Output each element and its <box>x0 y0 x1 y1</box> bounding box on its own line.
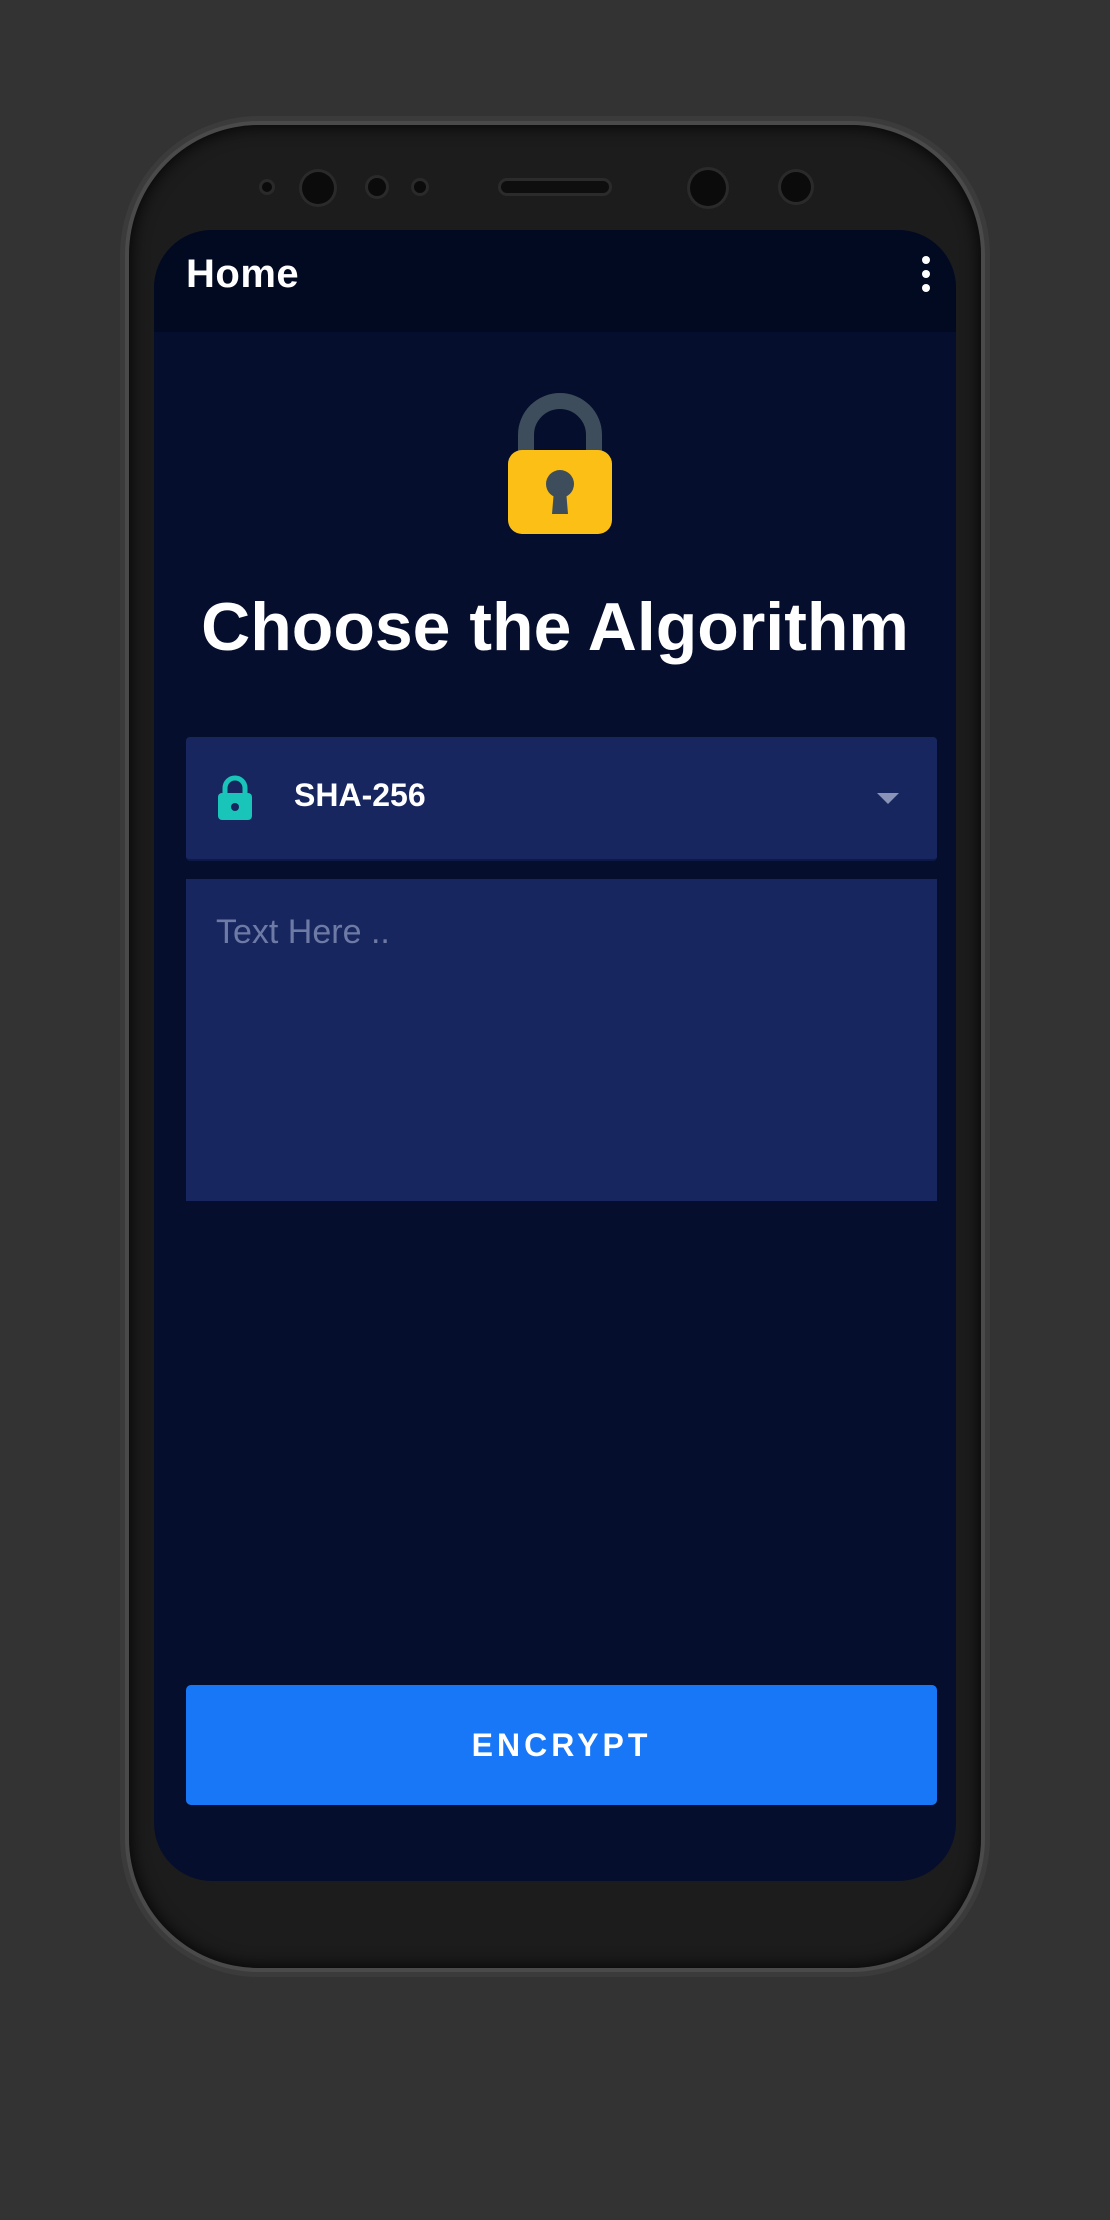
phone-power-button <box>980 697 988 817</box>
algorithm-select[interactable]: SHA-256 <box>186 737 937 861</box>
encrypt-button[interactable]: ENCRYPT <box>186 1685 937 1805</box>
padlock-icon <box>508 393 612 534</box>
more-vert-icon[interactable] <box>914 254 938 294</box>
front-camera <box>690 170 726 206</box>
app-screen: Home Choose the Algorithm SHA-256 Text H… <box>154 230 956 1881</box>
sensor-dot <box>781 172 811 202</box>
algorithm-select-value: SHA-256 <box>294 777 426 813</box>
lock-icon <box>218 775 252 820</box>
earpiece-speaker <box>501 181 609 193</box>
app-bar: Home <box>154 230 956 332</box>
dropdown-arrow-icon <box>877 793 899 804</box>
front-camera <box>302 172 334 204</box>
sensor-dot <box>414 181 426 193</box>
device-background: Home Choose the Algorithm SHA-256 Text H… <box>0 0 1110 2220</box>
page-heading: Choose the Algorithm <box>201 589 909 665</box>
sensor-dot <box>368 178 386 196</box>
sensor-dot <box>262 182 272 192</box>
appbar-title: Home <box>186 252 300 296</box>
text-input[interactable] <box>186 879 937 1201</box>
